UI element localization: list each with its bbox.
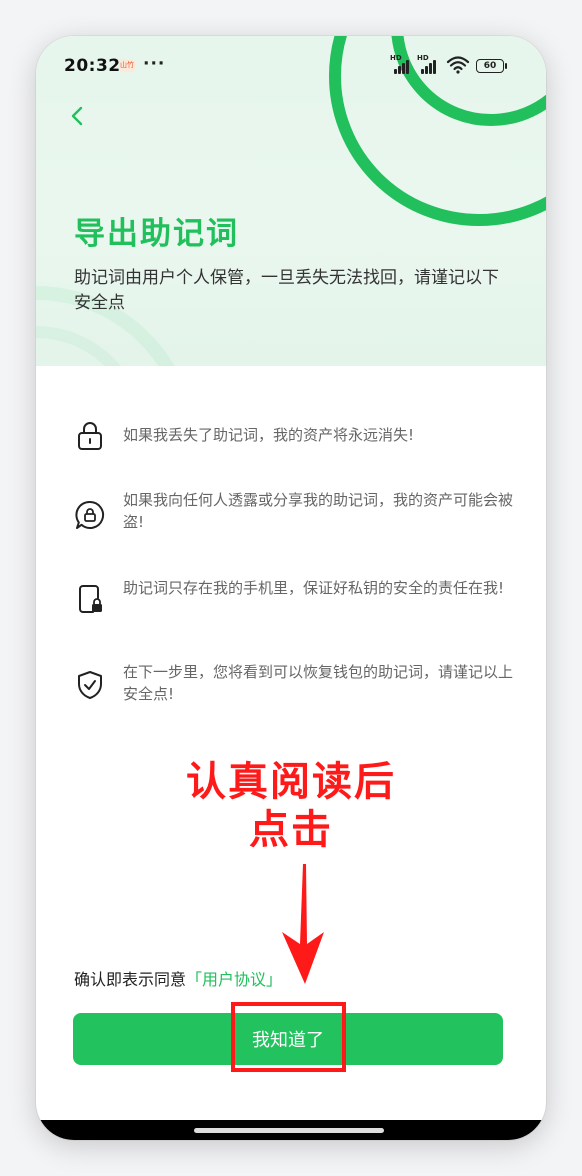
tip-text-1: 如果我丢失了助记词，我的资产将永远消失! [123,426,415,444]
tip-text-3: 助记词只存在我的手机里，保证好私钥的安全的责任在我! [123,579,505,597]
more-notifications-icon: ··· [143,54,166,74]
tip-text-4: 在下一步里，您将看到可以恢复钱包的助记词，请谨记以上安全点! [123,663,514,703]
signal-hd-label-2: HD [417,54,429,62]
consent-prefix: 确认即表示同意 [74,970,187,989]
wifi-icon [446,56,470,74]
annotation-line-2: 点击 [249,807,333,853]
signal-hd-label-1: HD [390,54,402,62]
consent-text: 确认即表示同意「用户协议」 [74,966,282,990]
home-indicator[interactable] [194,1128,384,1133]
battery-icon: 60 [476,59,507,73]
annotation-arrow-icon [282,864,324,984]
user-agreement-link[interactable]: 「用户协议」 [186,970,282,989]
annotation-highlight-box [231,1002,346,1072]
phone-lock-icon [79,585,102,613]
page-title: 导出助记词 [74,216,239,252]
status-time: 20:32 [64,56,121,76]
annotation-line-1: 认真阅读后 [186,759,396,805]
chat-lock-icon [75,500,105,529]
signal-icon-1: HD [390,54,412,74]
shield-check-icon [78,671,102,699]
app-notification-icon: 山竹 [119,59,135,72]
phone-screen: 20:32 山竹 ··· HD HD 60 导出助记词 助记词由用户个人保管，一… [36,36,546,1140]
tip-text-2: 如果我向任何人透露或分享我的助记词，我的资产可能会被盗! [123,491,514,531]
annotation-text: 认真阅读后 点击 [161,758,421,854]
lock-icon [78,422,102,450]
page-subtitle: 助记词由用户个人保管，一旦丢失无法找回，请谨记以下安全点 [74,268,499,313]
status-bar: 20:32 山竹 ··· HD HD 60 [36,36,546,96]
signal-icon-2: HD [417,54,439,74]
back-arrow-icon[interactable] [66,104,90,128]
